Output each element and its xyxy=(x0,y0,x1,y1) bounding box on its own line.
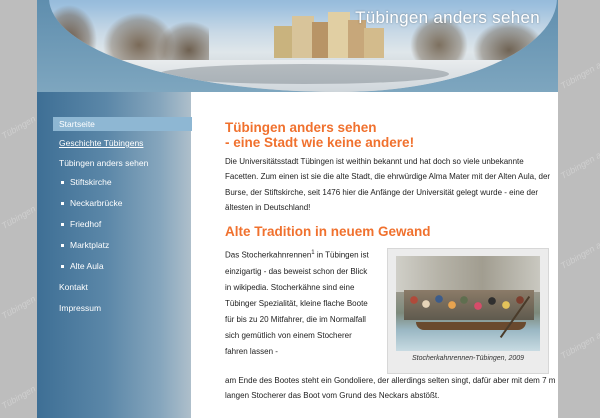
photo-figure: Stocherkahnrennen-Tübingen, 2009 xyxy=(387,248,549,374)
article-paragraph: Das Stocherkahnrennen1 in Tübingen ist e… xyxy=(225,245,373,360)
nav-item-marktplatz[interactable]: Marktplatz xyxy=(37,238,191,252)
intro-paragraph: Die Universitätsstadt Tübingen ist weith… xyxy=(225,157,551,212)
nav-item-impressum[interactable]: Impressum xyxy=(37,301,191,315)
article-paragraph-continued: am Ende des Bootes steht ein Gondoliere,… xyxy=(225,376,556,400)
page-title-line2: - eine Stadt wie keine andere! xyxy=(225,135,415,150)
header-banner: Tübingen anders sehen xyxy=(37,0,558,92)
watermark-text: Tübingen anders sehen xyxy=(558,125,600,181)
section-heading: Alte Tradition in neuem Gewand xyxy=(225,224,431,239)
page-title-line1: Tübingen anders sehen xyxy=(225,120,377,135)
nav-item-label: Geschichte Tübingens xyxy=(59,138,144,148)
sidebar: Startseite Geschichte Tübingens Tübingen… xyxy=(37,92,192,418)
nav-item-startseite[interactable]: Startseite xyxy=(53,117,192,131)
nav-item-neckarbruecke[interactable]: Neckarbrücke xyxy=(37,196,191,210)
main-content: Tübingen anders sehen - eine Stadt wie k… xyxy=(191,92,555,418)
site-title: Tübingen anders sehen xyxy=(355,8,540,27)
main-nav: Startseite Geschichte Tübingens Tübingen… xyxy=(37,117,192,315)
watermark-text: Tübingen anders sehen xyxy=(558,35,600,91)
nav-item-alte-aula[interactable]: Alte Aula xyxy=(37,259,191,273)
paragraph-text: Das Stocherkahnrennen xyxy=(225,250,312,260)
paragraph-text: in Tübingen ist einzigartig - das beweis… xyxy=(225,250,369,356)
nav-item-stiftskirche[interactable]: Stiftskirche xyxy=(37,175,191,189)
nav-item-anders-sehen[interactable]: Tübingen anders sehen xyxy=(37,156,191,170)
page-title: Tübingen anders sehen - eine Stadt wie k… xyxy=(225,120,414,150)
boat-race-photo xyxy=(396,256,540,351)
watermark-text: Tübingen anders sehen xyxy=(558,215,600,271)
nav-item-friedhof[interactable]: Friedhof xyxy=(37,217,191,231)
nav-item-geschichte[interactable]: Geschichte Tübingens xyxy=(37,136,191,150)
figure-caption: Stocherkahnrennen-Tübingen, 2009 xyxy=(411,355,525,362)
nav-item-kontakt[interactable]: Kontakt xyxy=(37,280,191,294)
watermark-text: Tübingen anders sehen xyxy=(558,305,600,361)
page-container: Tübingen anders sehen Startseite Geschic… xyxy=(37,0,558,418)
